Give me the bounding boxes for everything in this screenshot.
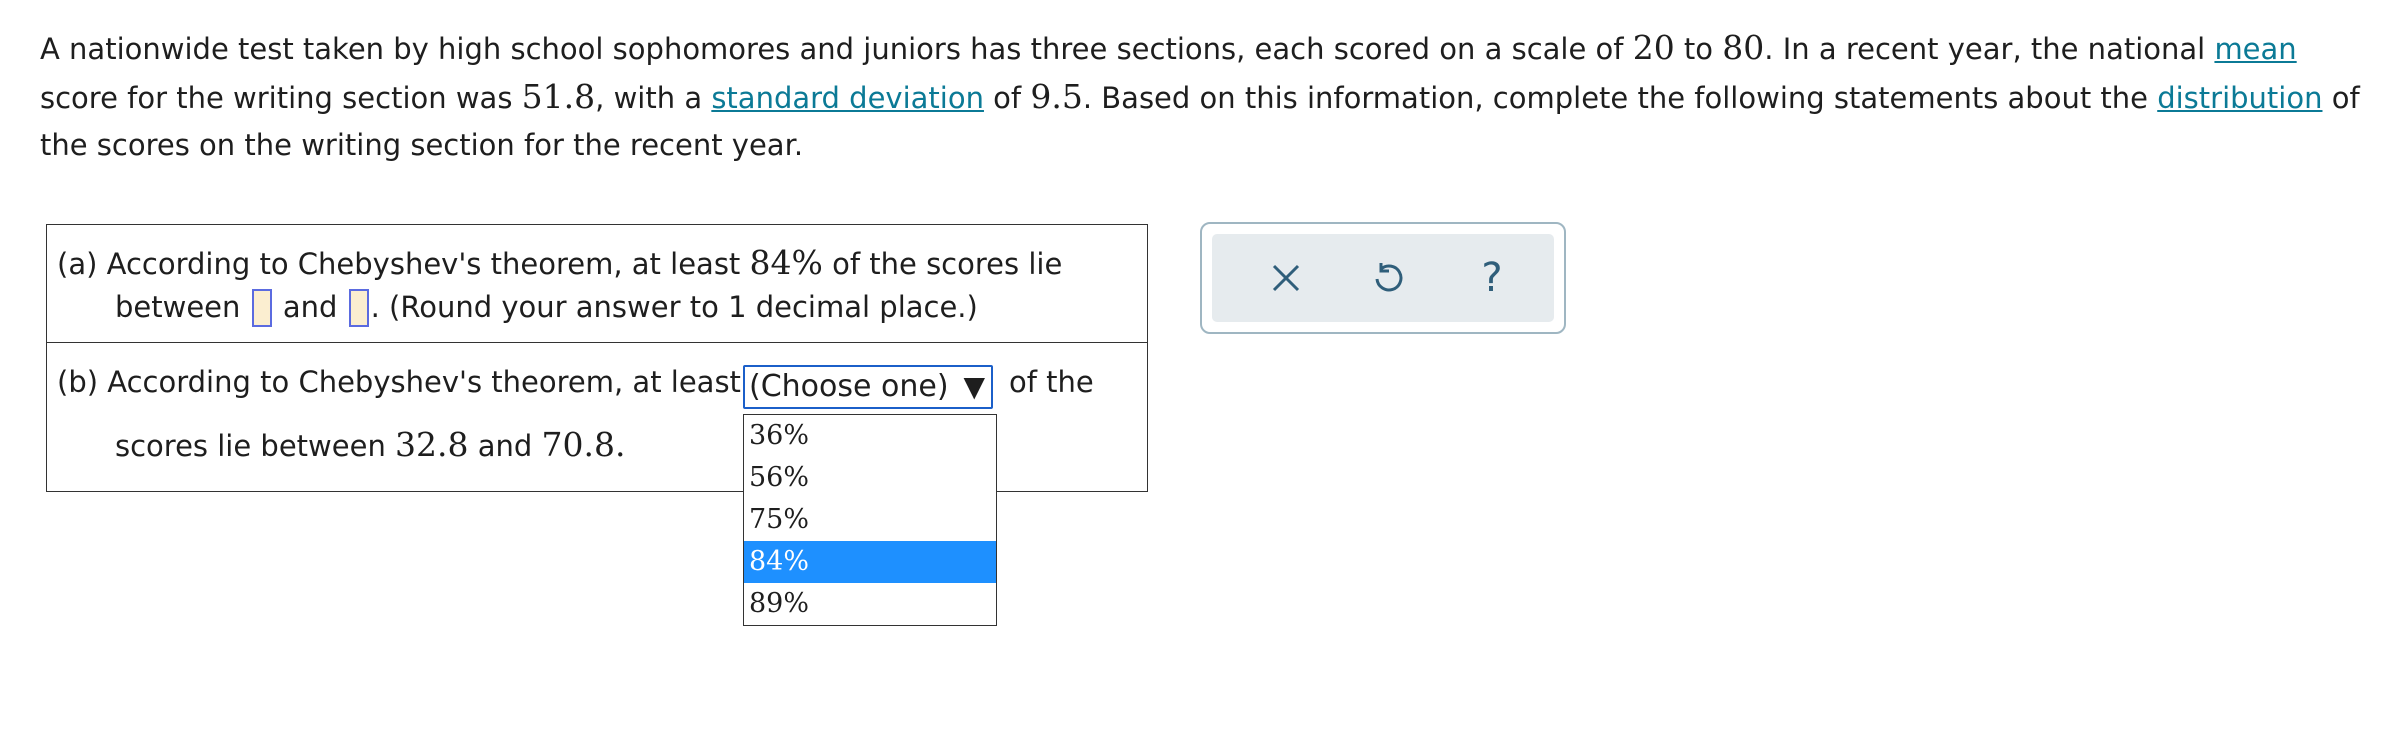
part-a-text: of the scores lie	[822, 247, 1063, 281]
option-36[interactable]: 36%	[744, 415, 996, 457]
part-a-line-1: (a) According to Chebyshev's theorem, at…	[57, 243, 1062, 282]
part-b-label: (b)	[57, 365, 99, 399]
part-a-label: (a)	[57, 247, 98, 281]
problem-text: A nationwide test taken by high school s…	[40, 32, 1633, 66]
answer-input-lower[interactable]	[251, 289, 272, 327]
dropdown-arrow-icon: ▼	[963, 370, 985, 403]
option-84[interactable]: 84%	[744, 541, 996, 583]
undo-icon[interactable]	[1358, 248, 1418, 308]
scale-min: 20	[1632, 28, 1675, 67]
part-a-between: between	[115, 290, 241, 324]
part-a-text: According to Chebyshev's theorem, at lea…	[106, 247, 750, 281]
standard-deviation-link[interactable]: standard deviation	[711, 81, 984, 115]
percent-select[interactable]: (Choose one) ▼	[743, 365, 993, 409]
distribution-link[interactable]: distribution	[2157, 81, 2322, 115]
mean-value: 51.8	[521, 77, 596, 116]
problem-text: , with a	[595, 81, 712, 115]
sd-value: 9.5	[1030, 77, 1083, 116]
scale-max: 80	[1722, 28, 1765, 67]
problem-text: . Based on this information, complete th…	[1082, 81, 2158, 115]
help-glyph: ?	[1481, 255, 1503, 301]
problem-text: . In a recent year, the national	[1764, 32, 2215, 66]
part-b-line-2: scores lie between 32.8 and 70.8.	[115, 425, 626, 464]
problem-statement: A nationwide test taken by high school s…	[40, 24, 2360, 169]
part-b-and: and	[468, 429, 542, 463]
part-a-round-note: . (Round your answer to 1 decimal place.…	[370, 290, 978, 324]
part-b-low: 32.8	[395, 425, 469, 464]
part-b-text: According to Chebyshev's theorem, at lea…	[107, 365, 741, 399]
part-b-text: of the	[1009, 365, 1094, 399]
part-a-line-2: between and . (Round your answer to 1 de…	[115, 289, 978, 327]
part-a-percent: 84%	[749, 243, 823, 282]
toolbar-inner: ?	[1212, 234, 1554, 322]
part-b-end: .	[615, 425, 626, 464]
answer-toolbar: ?	[1200, 222, 1566, 334]
problem-text: to	[1674, 32, 1723, 66]
divider	[47, 342, 1147, 343]
part-b-line-1: (b) According to Chebyshev's theorem, at…	[57, 365, 741, 399]
part-b-text: scores lie between	[115, 429, 396, 463]
percent-dropdown-list: 36% 56% 75% 84% 89%	[743, 414, 997, 626]
select-value: (Choose one)	[749, 369, 949, 404]
close-icon[interactable]	[1256, 248, 1316, 308]
mean-link[interactable]: mean	[2214, 32, 2296, 66]
answer-input-upper[interactable]	[348, 289, 369, 327]
problem-text: score for the writing section was	[40, 81, 522, 115]
option-75[interactable]: 75%	[744, 499, 996, 541]
help-icon[interactable]: ?	[1462, 248, 1522, 308]
part-b-high: 70.8	[541, 425, 616, 464]
part-b-of-the: of the	[1009, 365, 1094, 399]
option-56[interactable]: 56%	[744, 457, 996, 499]
problem-text: of	[983, 81, 1031, 115]
part-a-and: and	[282, 290, 338, 324]
option-89[interactable]: 89%	[744, 583, 996, 625]
